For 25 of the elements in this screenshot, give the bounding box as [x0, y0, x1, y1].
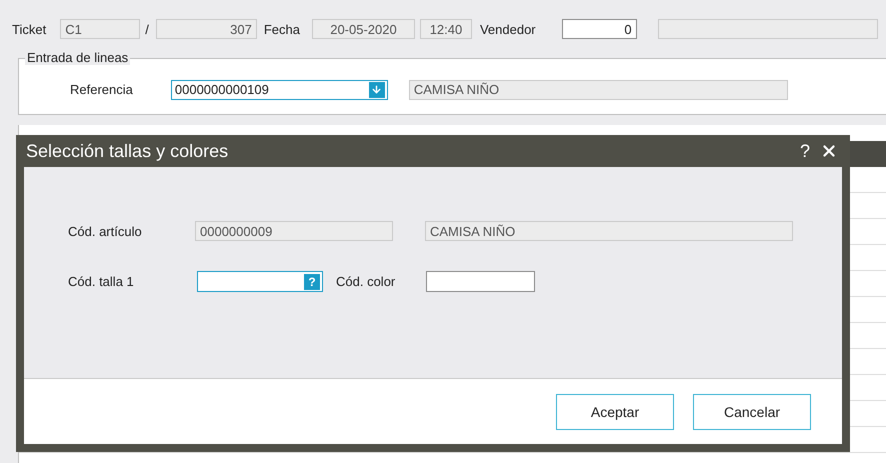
dropdown-button[interactable]	[368, 82, 385, 98]
field-label: Cód. artículo	[68, 224, 143, 238]
field-label: Fecha	[264, 22, 300, 36]
field-label: Cód. color	[336, 274, 396, 289]
description-field: CAMISA NIÑO	[408, 80, 788, 100]
reference-input[interactable]: 0000000000109	[170, 80, 388, 100]
number-field: 307	[156, 19, 257, 39]
color-code-input[interactable]	[426, 271, 535, 292]
field-label: Ticket	[12, 22, 46, 36]
seller-input[interactable]: 0	[562, 19, 637, 39]
article-description-field: CAMISA NIÑO	[425, 221, 793, 241]
date-field: 20-05-2020	[312, 19, 415, 39]
field-label: Vendedor	[480, 22, 536, 36]
field-label: Referencia	[70, 82, 133, 97]
series-field: C1	[60, 19, 140, 39]
time-field: 12:40	[420, 19, 472, 39]
dialog-title: Selección tallas y colores	[26, 140, 230, 162]
arrow-down-icon	[371, 84, 382, 95]
separator-text: /	[145, 22, 149, 36]
help-button[interactable]: ?	[800, 140, 810, 162]
article-code-field: 0000000009	[195, 221, 393, 241]
dialog-button[interactable]: Aceptar	[556, 394, 674, 430]
group-legend: Entrada de lineas	[25, 50, 130, 65]
dialog-button[interactable]: Cancelar	[693, 394, 811, 430]
field-label: Cód. talla 1	[68, 274, 135, 289]
